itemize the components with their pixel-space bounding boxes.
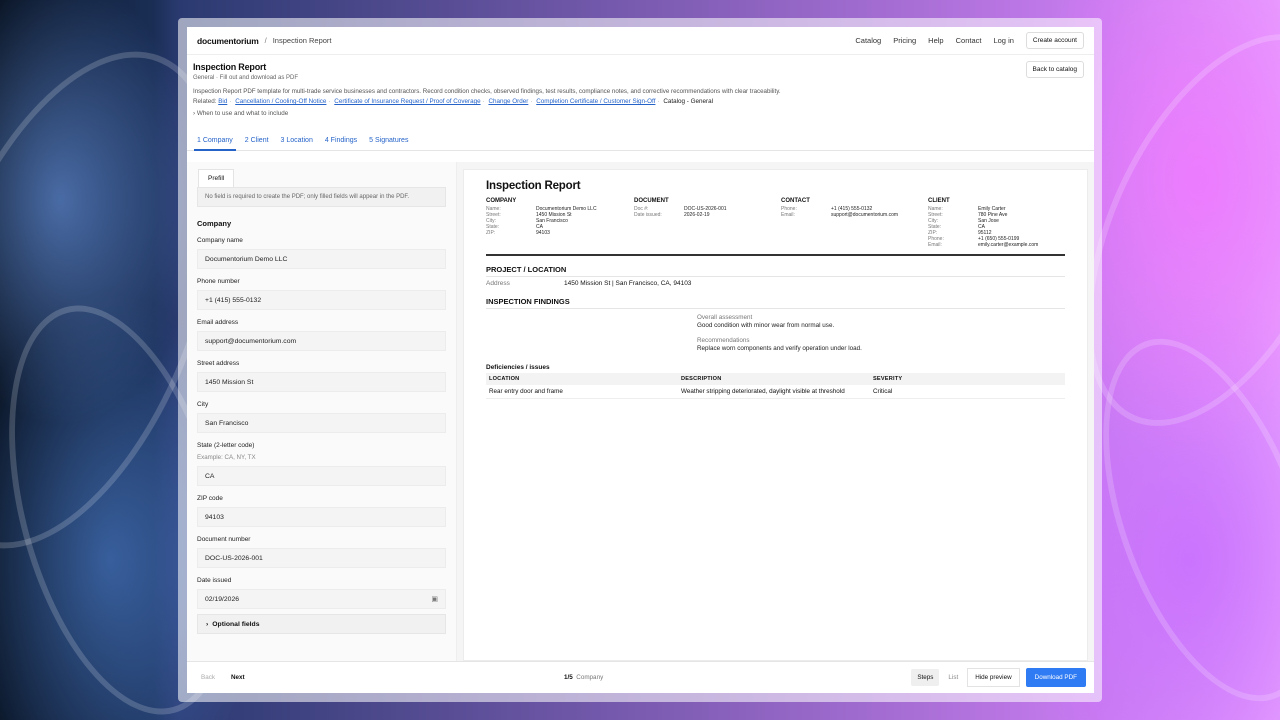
preview-panel: Inspection Report COMPANY Name: Documento… bbox=[457, 162, 1094, 661]
page-description: Inspection Report PDF template for multi… bbox=[193, 88, 781, 95]
related-link-certificate[interactable]: Certificate of Insurance Request / Proof… bbox=[334, 98, 480, 105]
page-subtitle: General · Fill out and download as PDF bbox=[193, 75, 299, 81]
preview-document: DOCUMENT Doc #: DOC-US-2026-001 Date issu… bbox=[634, 198, 727, 218]
optional-fields-toggle[interactable]: › Optional fields bbox=[197, 614, 446, 634]
tab-company[interactable]: 1 Company bbox=[194, 137, 236, 151]
company-name-input[interactable]: Documentorium Demo LLC bbox=[197, 249, 446, 269]
deficiencies-table: LOCATION DESCRIPTION SEVERITY Rear entry… bbox=[486, 373, 1065, 399]
bottom-actions: Steps List Hide preview Download PDF bbox=[911, 668, 1086, 687]
breadcrumb-current: Inspection Report bbox=[272, 36, 332, 45]
preview-title: Inspection Report bbox=[486, 180, 581, 192]
nav-link-help[interactable]: Help bbox=[928, 36, 943, 45]
brand-logo[interactable]: documentorium bbox=[197, 36, 259, 46]
form-panel: Prefill No field is required to create t… bbox=[187, 162, 457, 661]
nav-links: Catalog Pricing Help Contact Log in Crea… bbox=[855, 32, 1084, 49]
bottom-bar: Back Next 1/5 Company Steps List Hide pr… bbox=[187, 661, 1094, 693]
nav-link-catalog[interactable]: Catalog bbox=[855, 36, 881, 45]
street-label: Street address bbox=[197, 360, 240, 367]
breadcrumb-separator: / bbox=[264, 36, 267, 45]
email-label: Email address bbox=[197, 319, 239, 326]
page-header: Inspection Report General · Fill out and… bbox=[187, 55, 1094, 117]
zip-input[interactable]: 94103 bbox=[197, 507, 446, 527]
related-label: Related: bbox=[193, 98, 217, 105]
top-navigation: documentorium / Inspection Report Catalo… bbox=[187, 27, 1094, 55]
chevron-right-icon: › bbox=[206, 620, 209, 628]
preview-client: CLIENT Name: Emily Carter Street: 780 Pine… bbox=[928, 198, 1039, 248]
table-header: LOCATION bbox=[486, 373, 678, 385]
form-note: No field is required to create the PDF; … bbox=[197, 187, 446, 207]
page-title: Inspection Report bbox=[193, 62, 267, 72]
state-hint: Example: CA, NY, TX bbox=[197, 454, 256, 461]
preview-meta: COMPANY Name: Documentorium Demo LLC Stre… bbox=[486, 198, 1065, 256]
preview-project-heading: PROJECT / LOCATION bbox=[486, 265, 1065, 277]
table-row: Rear entry door and frame Weather stripp… bbox=[486, 385, 1065, 399]
hide-preview-button[interactable]: Hide preview bbox=[967, 668, 1020, 687]
main-body: Prefill No field is required to create t… bbox=[187, 162, 1094, 661]
state-label: State (2-letter code) bbox=[197, 442, 255, 449]
phone-input[interactable]: +1 (415) 555-0132 bbox=[197, 290, 446, 310]
table-header: SEVERITY bbox=[870, 373, 1065, 385]
tab-findings[interactable]: 4 Findings bbox=[325, 137, 357, 150]
preview-recommendations: Recommendations Replace worn components … bbox=[697, 337, 862, 352]
steps-view-toggle[interactable]: Steps bbox=[911, 669, 940, 686]
pdf-preview: Inspection Report COMPANY Name: Documento… bbox=[463, 169, 1088, 661]
step-tabs: 1 Company 2 Client 3 Location 4 Findings… bbox=[187, 137, 1094, 151]
related-link-cancellation[interactable]: Cancellation / Cooling-Off Notice bbox=[235, 98, 326, 105]
download-pdf-button[interactable]: Download PDF bbox=[1025, 668, 1086, 687]
doc-number-input[interactable]: DOC-US-2026-001 bbox=[197, 548, 446, 568]
zip-label: ZIP code bbox=[197, 495, 223, 502]
next-button[interactable]: Next bbox=[225, 670, 251, 685]
calendar-icon[interactable]: ▣ bbox=[431, 595, 438, 603]
related-link-change-order[interactable]: Change Order bbox=[488, 98, 528, 105]
back-button[interactable]: Back bbox=[195, 670, 221, 685]
street-input[interactable]: 1450 Mission St bbox=[197, 372, 446, 392]
doc-number-label: Document number bbox=[197, 536, 251, 543]
when-to-use-toggle[interactable]: › When to use and what to include bbox=[193, 110, 1088, 117]
table-header: DESCRIPTION bbox=[678, 373, 870, 385]
prefill-tab[interactable]: Prefill bbox=[198, 169, 235, 187]
preview-findings-heading: INSPECTION FINDINGS bbox=[486, 297, 1065, 309]
preview-company: COMPANY Name: Documentorium Demo LLC Stre… bbox=[486, 198, 597, 236]
state-input[interactable]: CA bbox=[197, 466, 446, 486]
tab-location[interactable]: 3 Location bbox=[281, 137, 313, 150]
nav-link-login[interactable]: Log in bbox=[993, 36, 1013, 45]
company-name-label: Company name bbox=[197, 237, 243, 244]
date-issued-label: Date issued bbox=[197, 577, 232, 584]
email-input[interactable]: support@documentorium.com bbox=[197, 331, 446, 351]
city-input[interactable]: San Francisco bbox=[197, 413, 446, 433]
form-section-title: Company bbox=[197, 219, 232, 228]
step-progress: 1/5 Company bbox=[564, 674, 604, 681]
app-window: documentorium / Inspection Report Catalo… bbox=[187, 27, 1094, 693]
create-account-button[interactable]: Create account bbox=[1025, 32, 1084, 49]
back-to-catalog-button[interactable]: Back to catalog bbox=[1025, 61, 1084, 78]
phone-label: Phone number bbox=[197, 278, 240, 285]
nav-link-pricing[interactable]: Pricing bbox=[893, 36, 916, 45]
catalog-category: Catalog - General bbox=[663, 98, 714, 105]
preview-overall: Overall assessment Good condition with m… bbox=[697, 314, 835, 329]
related-links: Related: Bid · Cancellation / Cooling-Off… bbox=[193, 98, 714, 105]
tab-signatures[interactable]: 5 Signatures bbox=[369, 137, 408, 150]
preview-address: Address 1450 Mission St | San Francisco,… bbox=[486, 280, 692, 287]
chevron-right-icon: › bbox=[193, 110, 196, 117]
related-link-completion[interactable]: Completion Certificate / Customer Sign-O… bbox=[536, 98, 655, 105]
related-link-bid[interactable]: Bid bbox=[218, 98, 227, 105]
nav-link-contact[interactable]: Contact bbox=[956, 36, 982, 45]
list-view-toggle[interactable]: List bbox=[945, 669, 961, 686]
city-label: City bbox=[197, 401, 209, 408]
preview-contact: CONTACT Phone: +1 (415) 555-0132 Email: su… bbox=[781, 198, 899, 218]
when-to-use-label: When to use and what to include bbox=[196, 110, 289, 117]
tab-client[interactable]: 2 Client bbox=[245, 137, 269, 150]
preview-deficiencies-heading: Deficiencies / issues bbox=[486, 364, 550, 371]
date-issued-input[interactable]: 02/19/2026 ▣ bbox=[197, 589, 446, 609]
